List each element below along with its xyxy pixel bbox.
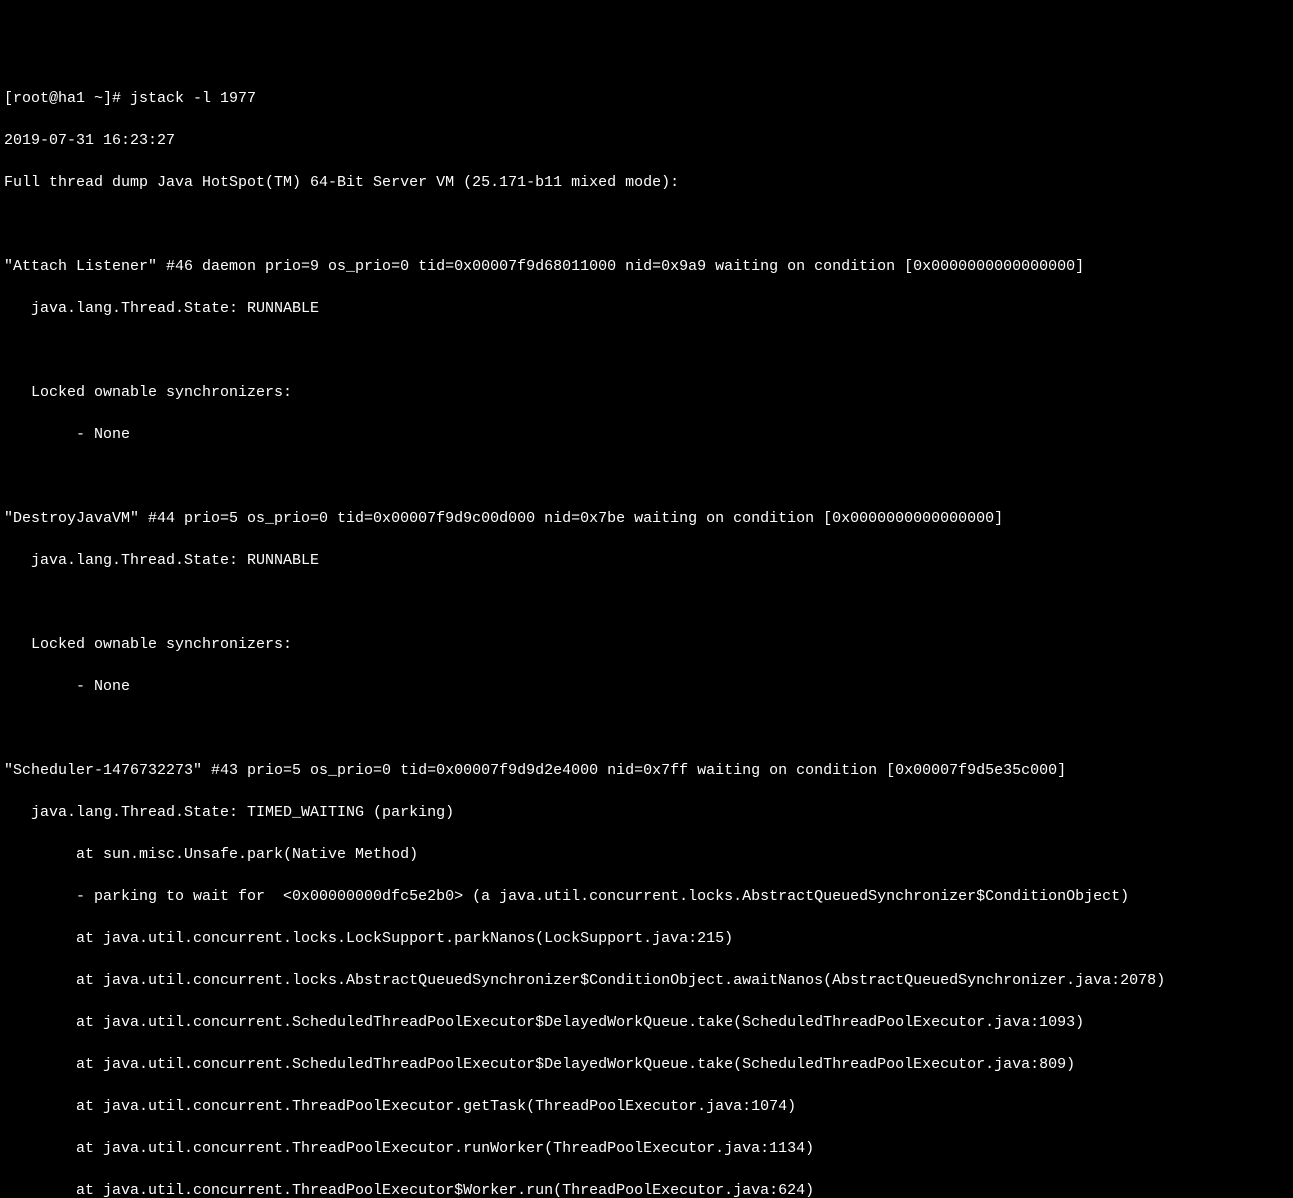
blank-line (4, 340, 1289, 361)
stack-frame: at java.util.concurrent.ScheduledThreadP… (4, 1054, 1289, 1075)
locked-header: Locked ownable synchronizers: (4, 634, 1289, 655)
stack-frame: at java.util.concurrent.ThreadPoolExecut… (4, 1138, 1289, 1159)
blank-line (4, 466, 1289, 487)
locked-header: Locked ownable synchronizers: (4, 382, 1289, 403)
dump-header: Full thread dump Java HotSpot(TM) 64-Bit… (4, 172, 1289, 193)
stack-frame: at sun.misc.Unsafe.park(Native Method) (4, 844, 1289, 865)
stack-frame: at java.util.concurrent.ThreadPoolExecut… (4, 1180, 1289, 1198)
prompt-line: [root@ha1 ~]# jstack -l 1977 (4, 88, 1289, 109)
thread-state: java.lang.Thread.State: RUNNABLE (4, 298, 1289, 319)
blank-line (4, 214, 1289, 235)
stack-frame: - parking to wait for <0x00000000dfc5e2b… (4, 886, 1289, 907)
thread-title: "DestroyJavaVM" #44 prio=5 os_prio=0 tid… (4, 508, 1289, 529)
locked-item: - None (4, 676, 1289, 697)
blank-line (4, 592, 1289, 613)
thread-state: java.lang.Thread.State: TIMED_WAITING (p… (4, 802, 1289, 823)
command-text: jstack -l 1977 (130, 90, 256, 107)
thread-title: "Attach Listener" #46 daemon prio=9 os_p… (4, 256, 1289, 277)
stack-frame: at java.util.concurrent.locks.LockSuppor… (4, 928, 1289, 949)
timestamp-line: 2019-07-31 16:23:27 (4, 130, 1289, 151)
blank-line (4, 718, 1289, 739)
stack-frame: at java.util.concurrent.ThreadPoolExecut… (4, 1096, 1289, 1117)
locked-item: - None (4, 424, 1289, 445)
shell-prompt: [root@ha1 ~]# (4, 90, 130, 107)
stack-frame: at java.util.concurrent.ScheduledThreadP… (4, 1012, 1289, 1033)
stack-frame: at java.util.concurrent.locks.AbstractQu… (4, 970, 1289, 991)
thread-title: "Scheduler-1476732273" #43 prio=5 os_pri… (4, 760, 1289, 781)
thread-state: java.lang.Thread.State: RUNNABLE (4, 550, 1289, 571)
